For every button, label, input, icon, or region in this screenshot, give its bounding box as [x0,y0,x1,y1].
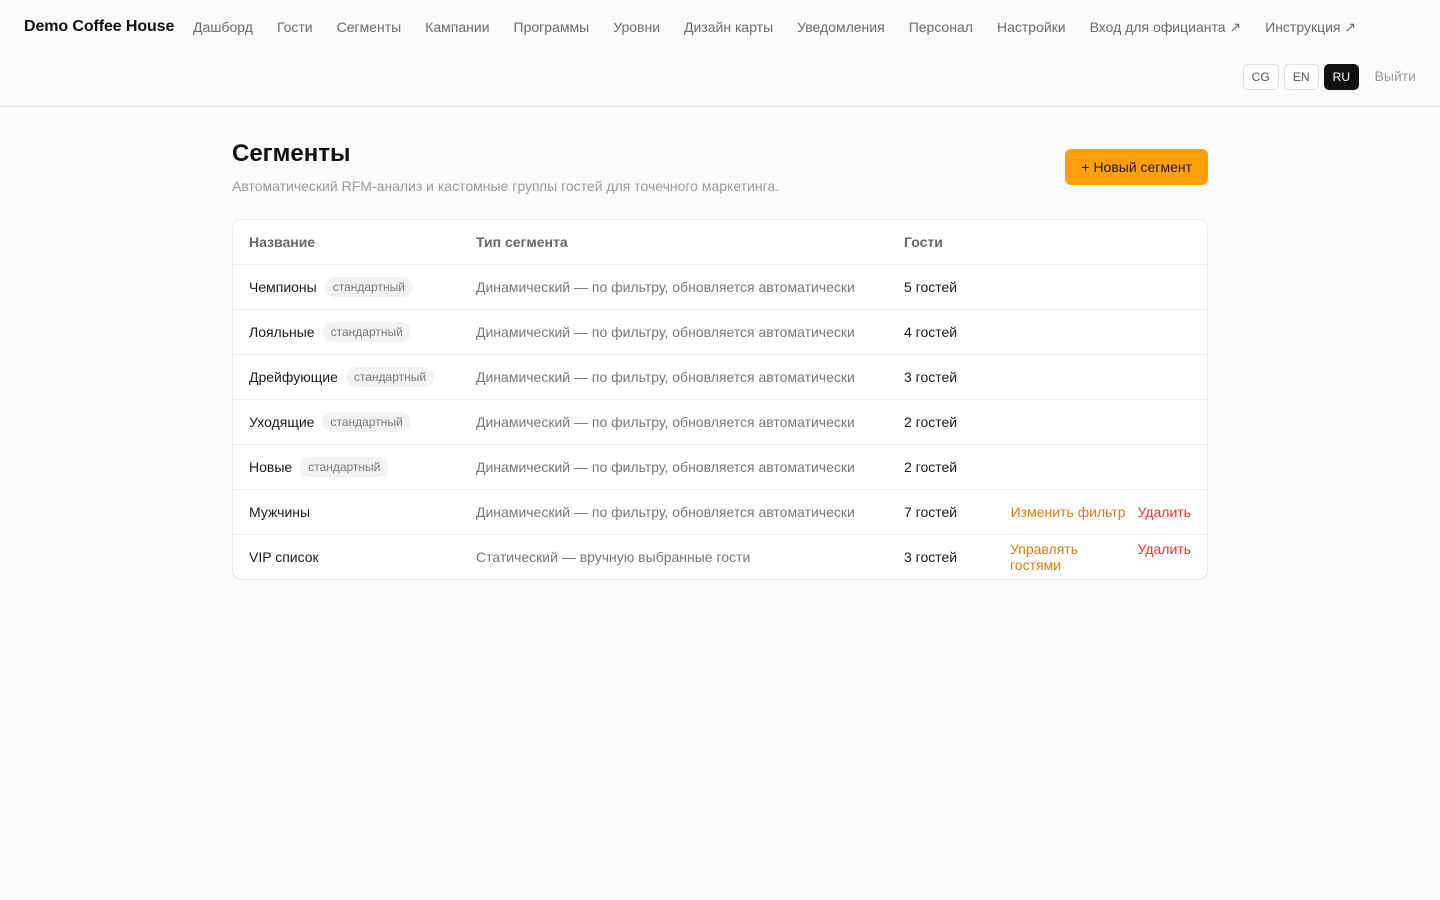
segment-type: Динамический — по фильтру, обновляется а… [476,279,855,295]
new-segment-button[interactable]: + Новый сегмент [1065,149,1208,185]
segment-name-cell: Чемпионы стандартный [233,277,476,297]
guest-count: 2 гостей [904,414,958,430]
segment-type: Динамический — по фильтру, обновляется а… [476,459,855,475]
table-row[interactable]: Новые стандартный Динамический — по филь… [233,444,1207,489]
segment-name: Мужчины [249,504,311,520]
standard-badge: стандартный [322,412,411,432]
guest-count: 7 гостей [904,504,958,520]
guest-count: 4 гостей [904,324,958,340]
segment-name-cell: Лояльные стандартный [233,322,476,342]
nav-item-guests[interactable]: Гости [277,19,313,36]
nav-item-card-design[interactable]: Дизайн карты [684,19,773,36]
header-guests: Гости [904,234,943,250]
lang-button-ru[interactable]: RU [1323,64,1359,90]
header-name: Название [249,234,316,250]
nav-item-notifications[interactable]: Уведомления [797,19,885,36]
nav-item-dashboard[interactable]: Дашборд [193,19,253,36]
guest-count: 3 гостей [904,549,958,565]
guest-count: 5 гостей [904,279,958,295]
nav-item-waiter-login[interactable]: Вход для официанта ↗ [1090,19,1242,36]
guest-count: 3 гостей [904,369,958,385]
table-row[interactable]: Дрейфующие стандартный Динамический — по… [233,354,1207,399]
edit-filter-link[interactable]: Изменить фильтр [1011,504,1126,520]
segments-table: Название Тип сегмента Гости Чемпионы ста… [232,219,1208,580]
segment-name: VIP список [249,549,319,565]
table-row[interactable]: Чемпионы стандартный Динамический — по ф… [233,264,1207,309]
segment-name-cell: Новые стандартный [233,457,476,477]
table-row[interactable]: Лояльные стандартный Динамический — по ф… [233,309,1207,354]
segment-name-cell: Уходящие стандартный [233,412,476,432]
table-row[interactable]: Уходящие стандартный Динамический — по ф… [233,399,1207,444]
nav-item-settings[interactable]: Настройки [997,19,1066,36]
guest-count: 2 гостей [904,459,958,475]
row-actions: Управлять гостями Удалить [1010,541,1207,573]
segment-type: Динамический — по фильтру, обновляется а… [476,414,855,430]
delete-link[interactable]: Удалить [1138,504,1191,520]
segment-name: Уходящие [249,414,315,430]
brand-name[interactable]: Demo Coffee House [24,18,174,36]
standard-badge: стандартный [345,367,435,387]
header-type: Тип сегмента [476,234,568,250]
delete-link[interactable]: Удалить [1138,541,1191,573]
logout-link[interactable]: Выйти [1375,68,1416,84]
standard-badge: стандартный [324,277,413,297]
nav-item-tiers[interactable]: Уровни [613,19,660,36]
main-content: Сегменты Автоматический RFM-анализ и кас… [232,140,1208,580]
standard-badge: стандартный [322,322,411,342]
nav-item-segments[interactable]: Сегменты [337,19,402,36]
segment-type: Динамический — по фильтру, обновляется а… [476,324,855,340]
nav-item-instructions[interactable]: Инструкция ↗ [1265,19,1356,36]
segment-type: Статический — вручную выбранные гости [476,549,751,565]
lang-button-cg[interactable]: CG [1242,64,1279,90]
page-subtitle: Автоматический RFM-анализ и кастомные гр… [232,178,780,194]
nav-item-campaigns[interactable]: Кампании [425,19,489,36]
table-header-row: Название Тип сегмента Гости [233,220,1207,264]
table-row[interactable]: Мужчины Динамический — по фильтру, обнов… [233,489,1207,534]
manage-guests-link[interactable]: Управлять гостями [1010,541,1126,573]
segment-name-cell: VIP список [233,549,476,565]
segment-name-cell: Мужчины [233,504,476,520]
language-switcher: CG EN RU [1242,64,1359,90]
segment-name: Дрейфующие [249,369,338,385]
nav-item-staff[interactable]: Персонал [909,19,973,36]
row-actions: Изменить фильтр Удалить [1010,504,1207,520]
segment-name-cell: Дрейфующие стандартный [233,367,476,387]
segment-type: Динамический — по фильтру, обновляется а… [476,369,855,385]
segment-name: Лояльные [249,324,315,340]
lang-button-en[interactable]: EN [1283,64,1319,90]
page-title: Сегменты [232,140,351,167]
top-navigation-bar: Demo Coffee House Дашборд Гости Сегменты… [0,0,1440,107]
nav-item-programs[interactable]: Программы [514,19,590,36]
standard-badge: стандартный [300,457,389,477]
table-row[interactable]: VIP список Статический — вручную выбранн… [233,534,1207,579]
segment-name: Новые [249,459,293,475]
main-nav: Дашборд Гости Сегменты Кампании Программ… [193,19,1356,36]
segment-type: Динамический — по фильтру, обновляется а… [476,504,855,520]
segment-name: Чемпионы [249,279,317,295]
